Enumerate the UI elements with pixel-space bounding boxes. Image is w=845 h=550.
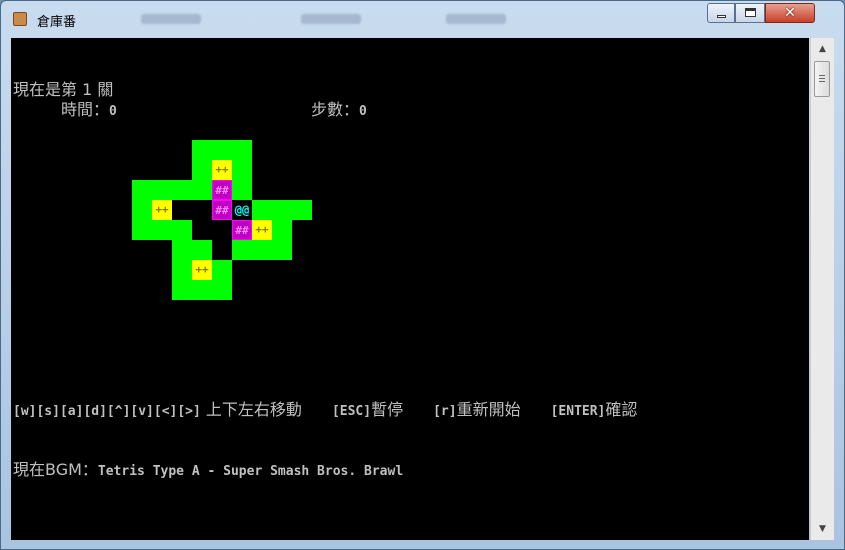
timer: 時間：0 [61,101,117,121]
board-target: ++ [192,260,212,280]
board-wall [272,220,292,240]
board-wall [192,180,212,200]
board-wall [212,260,232,280]
app-icon[interactable] [13,12,27,26]
board-box: ## [232,220,252,240]
board-wall [152,220,172,240]
background-blur [446,14,506,24]
maximize-icon [745,8,756,17]
board-target: ++ [252,220,272,240]
scroll-down-icon[interactable]: ▼ [813,521,832,537]
step-counter: 步數：0 [311,101,367,121]
board-target: ++ [152,200,172,220]
board-wall [292,200,312,220]
board-wall [132,220,152,240]
enter-label: 確認 [605,400,638,419]
scroll-up-icon[interactable]: ▲ [813,41,832,57]
board-wall [272,240,292,260]
board-wall [152,180,172,200]
steps-value: 0 [359,104,367,119]
vertical-scrollbar[interactable]: ▲ ▼ [810,38,834,540]
board-wall [172,240,192,260]
minimize-icon [717,15,726,18]
window-title: 倉庫番 [37,15,77,30]
board-wall [212,140,232,160]
board-wall [232,240,252,260]
scroll-thumb[interactable] [814,61,830,97]
app-window: 倉庫番 ✕ 現在是第 1 關 時間：0 步數：0 ++ ## ++ ## @@ ## ++ +… [0,0,845,550]
board-wall [172,180,192,200]
board-player: @@ [232,200,252,220]
restart-label: 重新開始 [456,400,521,419]
bgm-label: 現在BGM： [13,460,98,479]
restart-key: [r] [433,404,457,419]
bgm-info: 現在BGM：Tetris Type A - Super Smash Bros. … [13,461,403,481]
board-wall [232,180,252,200]
enter-key: [ENTER] [550,404,606,419]
controls-help: [w][s][a][d][^][v][<][>] 上下左右移動 [ESC]暫停 [r… [13,401,637,421]
close-icon: ✕ [784,5,796,21]
move-keys: [w][s][a][d][^][v][<][>] [13,404,201,419]
background-blur [301,14,361,24]
board-wall [232,140,252,160]
close-button[interactable]: ✕ [765,3,815,23]
board-wall [192,240,212,260]
board-wall [192,160,212,180]
board-wall [212,280,232,300]
board-box: ## [212,180,232,200]
board-box: ## [212,200,232,220]
level-indicator: 現在是第 1 關 [13,80,114,99]
board-target: ++ [212,160,232,180]
title-bar[interactable]: 倉庫番 ✕ [1,1,844,37]
esc-key: [ESC] [331,404,372,419]
board-wall [132,180,152,200]
time-value: 0 [109,104,117,119]
board-wall [172,260,192,280]
board-wall [232,160,252,180]
board-wall [272,200,292,220]
esc-label: 暫停 [371,400,404,419]
board-wall [252,240,272,260]
board-wall [172,280,192,300]
maximize-button[interactable] [735,3,765,23]
bgm-track: Tetris Type A - Super Smash Bros. Brawl [97,464,404,479]
board-wall [172,220,192,240]
time-label: 時間： [61,100,110,119]
board-wall [192,140,212,160]
move-label: 上下左右移動 [200,400,302,419]
board-wall [252,200,272,220]
minimize-button[interactable] [707,3,735,23]
board-wall [192,280,212,300]
board-wall [132,200,152,220]
steps-label: 步數： [311,100,360,119]
background-blur [141,14,201,24]
console-area[interactable]: 現在是第 1 關 時間：0 步數：0 ++ ## ++ ## @@ ## ++ ++ [w][… [11,38,809,540]
